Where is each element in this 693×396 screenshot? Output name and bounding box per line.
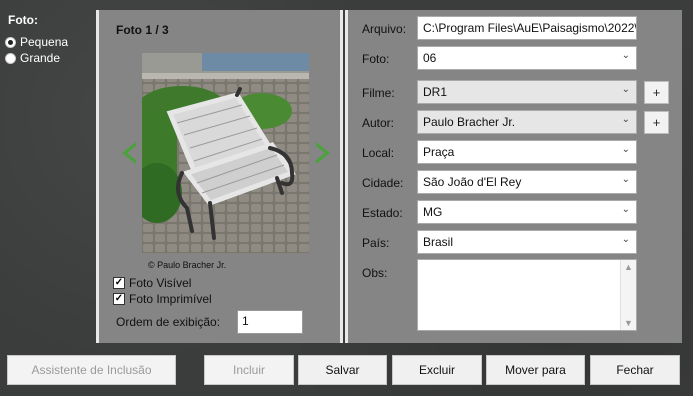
estado-dropdown[interactable]: MG ⌄ bbox=[417, 200, 637, 224]
foto-size-title: Foto: bbox=[8, 13, 38, 27]
local-dropdown-value: Praça bbox=[423, 145, 455, 159]
radio-pequena[interactable]: Pequena bbox=[5, 35, 68, 49]
foto-dropdown-value: 06 bbox=[423, 51, 437, 65]
filme-dropdown[interactable]: DR1 ⌄ bbox=[417, 80, 637, 104]
foto-imprimivel-label: Foto Imprimível bbox=[129, 292, 212, 306]
previous-photo-arrow-icon[interactable] bbox=[122, 142, 137, 164]
scroll-down-icon[interactable]: ▼ bbox=[624, 318, 633, 328]
autor-dropdown[interactable]: Paulo Bracher Jr. ⌄ bbox=[417, 110, 637, 134]
obs-scrollbar[interactable]: ▲ ▼ bbox=[620, 260, 636, 330]
arquivo-label: Arquivo: bbox=[362, 22, 407, 36]
cidade-dropdown-value: São João d'El Rey bbox=[423, 175, 522, 189]
foto-imprimivel-checkbox-row[interactable]: ✓ Foto Imprimível bbox=[113, 292, 212, 306]
mover-para-button[interactable]: Mover para bbox=[486, 355, 585, 385]
incluir-button[interactable]: Incluir bbox=[204, 355, 294, 385]
next-photo-arrow-icon[interactable] bbox=[315, 142, 330, 164]
ordem-exibicao-input[interactable]: 1 bbox=[237, 310, 303, 334]
estado-dropdown-value: MG bbox=[423, 205, 443, 219]
autor-label: Autor: bbox=[362, 116, 395, 130]
obs-textarea[interactable]: ▲ ▼ bbox=[417, 259, 637, 331]
radio-pequena-indicator[interactable] bbox=[5, 36, 16, 48]
chevron-down-icon: ⌄ bbox=[621, 174, 630, 185]
local-label: Local: bbox=[362, 146, 395, 160]
add-autor-button[interactable]: + bbox=[644, 111, 669, 134]
photo-image bbox=[142, 53, 309, 253]
foto-imprimivel-checkbox[interactable]: ✓ bbox=[113, 293, 125, 305]
foto-dropdown[interactable]: 06 ⌄ bbox=[417, 46, 637, 70]
pais-dropdown[interactable]: Brasil ⌄ bbox=[417, 230, 637, 254]
estado-label: Estado: bbox=[362, 206, 403, 220]
pais-label: País: bbox=[362, 236, 390, 250]
photo-copyright: © Paulo Bracher Jr. bbox=[148, 260, 227, 270]
scroll-up-icon[interactable]: ▲ bbox=[624, 262, 633, 272]
chevron-down-icon: ⌄ bbox=[621, 204, 630, 215]
excluir-button[interactable]: Excluir bbox=[392, 355, 482, 385]
cidade-label: Cidade: bbox=[362, 176, 404, 190]
obs-label: Obs: bbox=[362, 266, 388, 280]
local-dropdown[interactable]: Praça ⌄ bbox=[417, 140, 637, 164]
radio-pequena-label: Pequena bbox=[20, 35, 69, 49]
foto-visivel-label: Foto Visível bbox=[129, 276, 192, 290]
arquivo-field[interactable]: C:\Program Files\AuE\Paisagismo\2022\D bbox=[417, 16, 637, 40]
radio-grande-indicator[interactable] bbox=[5, 52, 16, 64]
radio-grande[interactable]: Grande bbox=[5, 51, 60, 65]
foto-label: Foto: bbox=[362, 52, 390, 66]
cidade-dropdown[interactable]: São João d'El Rey ⌄ bbox=[417, 170, 637, 194]
radio-grande-label: Grande bbox=[20, 51, 61, 65]
chevron-down-icon: ⌄ bbox=[621, 234, 630, 245]
add-filme-button[interactable]: + bbox=[644, 81, 669, 104]
autor-dropdown-value: Paulo Bracher Jr. bbox=[423, 115, 516, 129]
pais-dropdown-value: Brasil bbox=[423, 235, 454, 249]
photo-counter: Foto 1 / 3 bbox=[116, 23, 169, 37]
chevron-down-icon: ⌄ bbox=[621, 50, 630, 61]
filme-label: Filme: bbox=[362, 86, 395, 100]
assistente-inclusao-button[interactable]: Assistente de Inclusão bbox=[7, 355, 176, 385]
chevron-down-icon: ⌄ bbox=[621, 84, 630, 95]
fechar-button[interactable]: Fechar bbox=[590, 355, 680, 385]
foto-visivel-checkbox[interactable]: ✓ bbox=[113, 277, 125, 289]
foto-visivel-checkbox-row[interactable]: ✓ Foto Visível bbox=[113, 276, 191, 290]
salvar-button[interactable]: Salvar bbox=[298, 355, 387, 385]
filme-dropdown-value: DR1 bbox=[423, 85, 448, 99]
chevron-down-icon: ⌄ bbox=[621, 144, 630, 155]
ordem-exibicao-label: Ordem de exibição: bbox=[116, 315, 221, 329]
chevron-down-icon: ⌄ bbox=[621, 114, 630, 125]
